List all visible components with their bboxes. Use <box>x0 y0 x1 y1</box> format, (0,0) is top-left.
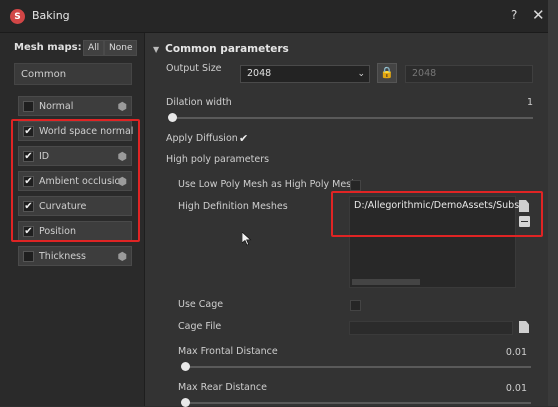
mesh-map-item-normal[interactable]: Normal ⬢ <box>18 96 132 116</box>
background-strip <box>548 0 558 406</box>
output-size-select[interactable]: 2048 ⌄ <box>240 65 370 83</box>
max-frontal-distance-value[interactable]: 0.01 <box>475 347 527 358</box>
lock-icon[interactable]: 🔒 <box>377 63 397 83</box>
output-size-label: Output Size <box>166 63 222 74</box>
cage-file-label: Cage File <box>178 321 222 332</box>
apply-diffusion-checkbox[interactable]: ✔ <box>239 132 248 145</box>
use-cage-checkbox[interactable] <box>350 300 361 311</box>
help-button[interactable]: ? <box>511 8 517 22</box>
max-frontal-distance-slider-handle[interactable] <box>181 362 190 371</box>
output-size-linked-field: 2048 <box>405 65 533 83</box>
close-button[interactable]: ✕ <box>532 6 545 24</box>
section-title: Common parameters <box>165 43 289 55</box>
max-rear-distance-label: Max Rear Distance <box>178 382 267 393</box>
max-rear-distance-slider[interactable] <box>181 402 531 404</box>
cage-file-browse-icon[interactable] <box>519 321 529 333</box>
mesh-maps-highlight-box <box>11 119 140 242</box>
common-parameters-header[interactable]: ▼ Common parameters <box>153 43 289 55</box>
mesh-map-label: Thickness <box>39 251 86 262</box>
normal-checkbox[interactable] <box>23 101 34 112</box>
hd-meshes-highlight-box <box>331 191 543 237</box>
cube-icon: ⬢ <box>117 100 127 113</box>
use-cage-label: Use Cage <box>178 299 224 310</box>
dilation-width-value[interactable]: 1 <box>485 97 533 108</box>
select-all-button[interactable]: All <box>83 40 105 56</box>
thickness-checkbox[interactable] <box>23 251 34 262</box>
use-low-poly-label: Use Low Poly Mesh as High Poly Mesh <box>178 179 358 190</box>
title-bar: S Baking ? ✕ <box>0 0 548 33</box>
dilation-width-slider-handle[interactable] <box>168 113 177 122</box>
mouse-cursor-icon <box>242 232 252 246</box>
use-low-poly-checkbox[interactable] <box>350 180 361 191</box>
horizontal-scrollbar[interactable] <box>352 279 420 285</box>
dilation-width-slider[interactable] <box>169 117 533 119</box>
baking-window: S Baking ? ✕ Mesh maps: All None Common … <box>0 0 549 407</box>
apply-diffusion-label: Apply Diffusion <box>166 133 238 144</box>
dilation-width-label: Dilation width <box>166 97 232 108</box>
max-rear-distance-value[interactable]: 0.01 <box>475 383 527 394</box>
select-none-button[interactable]: None <box>104 40 138 56</box>
chevron-down-icon: ⌄ <box>357 69 365 79</box>
collapse-arrow-icon: ▼ <box>153 45 160 54</box>
high-poly-parameters-header: High poly parameters <box>166 154 270 165</box>
cage-file-input[interactable] <box>349 321 513 335</box>
mesh-map-item-thickness[interactable]: Thickness ⬢ <box>18 246 132 266</box>
max-frontal-distance-label: Max Frontal Distance <box>178 346 278 357</box>
window-title: Baking <box>32 9 70 22</box>
cube-icon: ⬢ <box>117 250 127 263</box>
substance-logo-icon: S <box>10 9 25 24</box>
high-definition-meshes-label: High Definition Meshes <box>178 201 288 212</box>
output-size-value: 2048 <box>247 68 272 79</box>
max-frontal-distance-slider[interactable] <box>181 366 531 368</box>
mesh-map-label: Normal <box>39 101 74 112</box>
mesh-maps-label: Mesh maps: <box>14 42 82 53</box>
common-button[interactable]: Common <box>14 63 132 85</box>
